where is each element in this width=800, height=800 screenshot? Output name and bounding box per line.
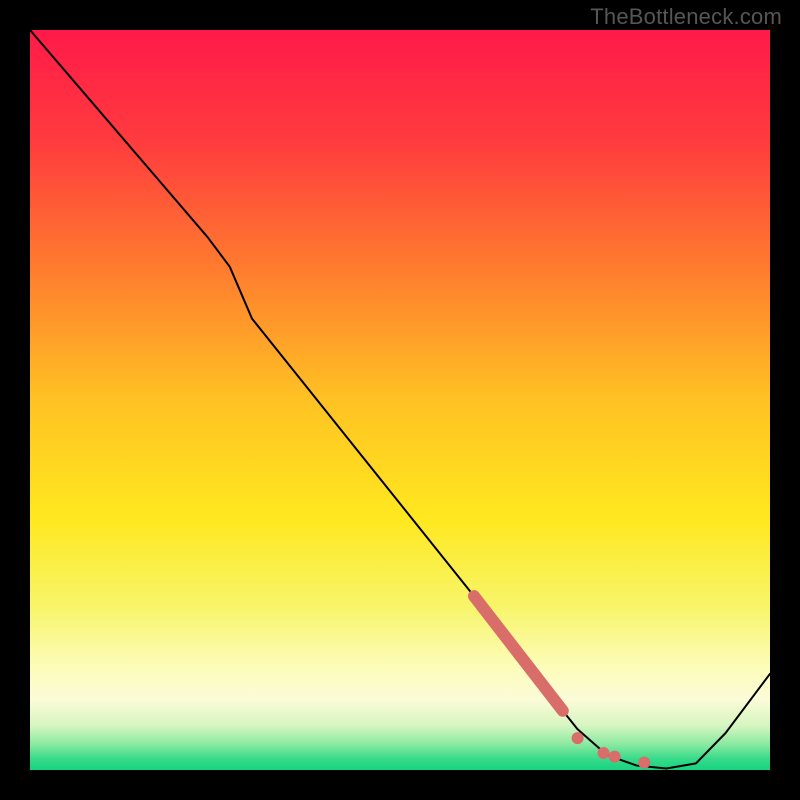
recommended-dot	[572, 732, 584, 744]
recommended-dot	[609, 751, 621, 763]
bottleneck-chart	[0, 0, 800, 800]
chart-container: TheBottleneck.com	[0, 0, 800, 800]
plot-background	[30, 30, 770, 770]
recommended-dot	[598, 747, 610, 759]
recommended-dot	[638, 757, 650, 769]
watermark-text: TheBottleneck.com	[590, 4, 782, 30]
